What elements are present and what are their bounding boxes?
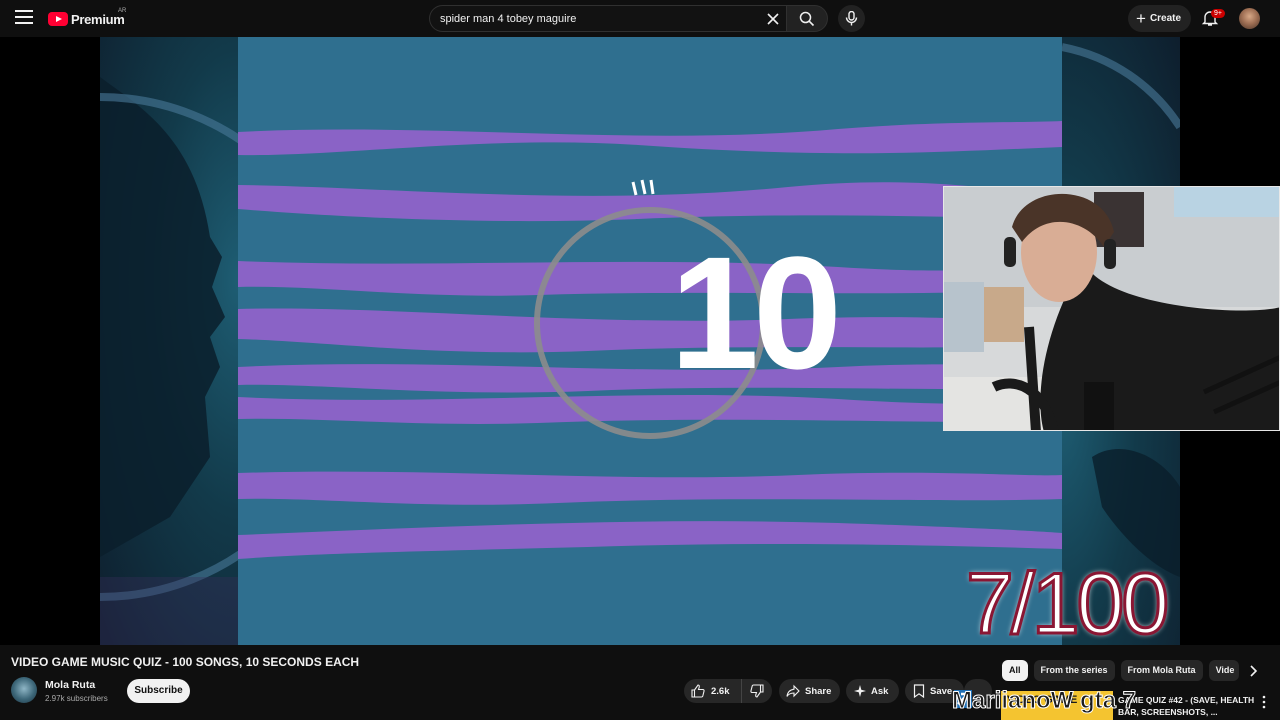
brand-label: Premium <box>71 11 125 27</box>
region-label: AR <box>118 8 127 14</box>
sparkle-icon <box>854 685 866 697</box>
top-bar: Premium AR + Create 9+ <box>0 0 1280 37</box>
streamer-image <box>944 187 1279 430</box>
share-label: Share <box>805 685 832 697</box>
create-button[interactable]: + Create <box>1128 5 1191 32</box>
save-label: Save <box>930 685 953 697</box>
menu-icon[interactable] <box>15 10 33 26</box>
video-player[interactable]: 10 7/100 <box>0 37 1280 645</box>
dislike-button[interactable] <box>742 679 771 703</box>
related-chips: All From the series From Mola Ruta Vide <box>1002 660 1245 681</box>
search-box <box>429 5 786 32</box>
youtube-play-icon <box>48 12 68 26</box>
chip-from-series[interactable]: From the series <box>1033 660 1115 681</box>
search-bar <box>429 5 828 32</box>
quiz-panel: 10 <box>238 37 1062 645</box>
search-button[interactable] <box>786 5 828 32</box>
thumbs-down-icon <box>749 684 764 698</box>
like-button[interactable]: 2.6k <box>684 679 742 703</box>
channel-avatar[interactable] <box>11 677 37 703</box>
microphone-icon <box>845 11 858 26</box>
ask-button[interactable]: Ask <box>846 679 899 703</box>
share-button[interactable]: Share <box>779 679 840 703</box>
youtube-premium-logo[interactable]: Premium AR <box>48 8 127 28</box>
left-side-art <box>100 37 354 645</box>
silhouette-left <box>100 77 354 645</box>
webcam-overlay <box>943 186 1280 431</box>
bookmark-icon <box>913 684 925 698</box>
voice-search-button[interactable] <box>838 5 865 32</box>
like-count: 2.6k <box>711 685 730 697</box>
chip-all[interactable]: All <box>1002 660 1028 681</box>
plus-icon: + <box>1136 9 1146 28</box>
account-avatar[interactable] <box>1239 8 1260 29</box>
chip-from-channel[interactable]: From Mola Ruta <box>1120 660 1203 681</box>
search-input[interactable] <box>430 6 750 31</box>
channel-name[interactable]: Mola Ruta <box>45 679 95 691</box>
chip-videos[interactable]: Vide <box>1208 660 1239 681</box>
chevron-right-icon[interactable] <box>1246 664 1260 678</box>
notification-badge: 9+ <box>1211 9 1225 18</box>
countdown-number: 10 <box>670 223 842 402</box>
subscriber-count: 2.97k subscribers <box>45 694 108 703</box>
quiz-score: 7/100 <box>964 555 1170 646</box>
video-title: VIDEO GAME MUSIC QUIZ - 100 SONGS, 10 SE… <box>11 655 360 669</box>
more-vert-icon[interactable] <box>1260 695 1268 709</box>
clear-icon[interactable] <box>764 10 782 28</box>
recommended-title[interactable]: GAME QUIZ #42 - (SAVE, HEALTH BAR, SCREE… <box>1118 694 1258 718</box>
share-icon <box>786 684 800 698</box>
like-dislike-bar: 2.6k <box>684 679 772 703</box>
stream-overlay-text: MariianoW gta 7 <box>951 687 1137 715</box>
subscribe-button[interactable]: Subscribe <box>127 679 190 703</box>
create-label: Create <box>1149 13 1182 24</box>
search-icon <box>799 11 815 27</box>
ask-label: Ask <box>871 685 889 697</box>
thumbs-up-icon <box>691 684 705 698</box>
